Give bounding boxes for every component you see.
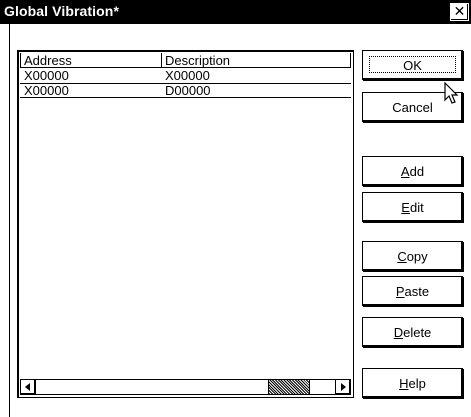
row-description: D00000 bbox=[165, 83, 211, 98]
list-row[interactable]: X00000 X00000 bbox=[20, 69, 351, 83]
add-label-rest: dd bbox=[409, 164, 425, 179]
copy-button[interactable]: Copy bbox=[362, 241, 463, 271]
scroll-right-button[interactable] bbox=[335, 379, 351, 395]
delete-label: Delete bbox=[394, 325, 432, 340]
edit-button[interactable]: Edit bbox=[362, 192, 463, 222]
edit-label: Edit bbox=[401, 200, 423, 215]
delete-mnemonic: D bbox=[393, 325, 404, 340]
scroll-left-button[interactable] bbox=[20, 379, 36, 395]
scroll-track[interactable] bbox=[36, 379, 335, 395]
column-header-address[interactable]: Address bbox=[20, 53, 161, 68]
add-mnemonic: A bbox=[400, 164, 410, 179]
help-button[interactable]: Help bbox=[362, 368, 463, 398]
dialog-left-border bbox=[9, 24, 10, 417]
edit-label-rest: dit bbox=[409, 200, 424, 215]
copy-label: Copy bbox=[397, 249, 427, 264]
horizontal-scrollbar[interactable] bbox=[20, 379, 351, 395]
help-mnemonic: H bbox=[399, 376, 409, 391]
add-button[interactable]: Add bbox=[362, 156, 463, 186]
window-title: Global Vibration* bbox=[4, 3, 120, 19]
close-button[interactable]: ✕ bbox=[450, 3, 469, 21]
list-row-selected[interactable]: X00000 D00000 bbox=[20, 83, 351, 98]
column-header-description[interactable]: Description bbox=[161, 53, 351, 68]
arrow-left-icon bbox=[25, 383, 30, 391]
row-address: X00000 bbox=[24, 68, 69, 83]
edit-mnemonic: E bbox=[401, 200, 410, 215]
cancel-label: Cancel bbox=[392, 100, 433, 115]
row-address: X00000 bbox=[24, 83, 69, 98]
scroll-thumb[interactable] bbox=[268, 380, 310, 394]
ok-button[interactable]: OK bbox=[362, 50, 463, 80]
help-label: Help bbox=[399, 376, 426, 391]
add-label: Add bbox=[401, 164, 424, 179]
title-bar[interactable]: Global Vibration* ✕ bbox=[0, 0, 471, 24]
paste-label: Paste bbox=[396, 284, 429, 299]
paste-button[interactable]: Paste bbox=[362, 276, 463, 306]
global-vibration-dialog: Global Vibration* ✕ Address Description … bbox=[0, 0, 471, 417]
close-icon: ✕ bbox=[453, 4, 466, 20]
copy-label-rest: opy bbox=[406, 249, 428, 264]
paste-mnemonic: P bbox=[395, 284, 405, 299]
row-description: X00000 bbox=[165, 68, 210, 83]
delete-label-rest: elete bbox=[403, 325, 432, 340]
delete-button[interactable]: Delete bbox=[362, 317, 463, 347]
help-label-rest: elp bbox=[408, 376, 426, 391]
arrow-right-icon bbox=[341, 383, 346, 391]
address-list[interactable]: Address Description X00000 X00000 X00000… bbox=[17, 50, 354, 398]
paste-label-rest: aste bbox=[404, 284, 430, 299]
copy-mnemonic: C bbox=[397, 249, 407, 264]
list-header: Address Description bbox=[20, 53, 351, 69]
ok-label: OK bbox=[403, 58, 422, 73]
mouse-pointer-icon bbox=[444, 82, 459, 104]
